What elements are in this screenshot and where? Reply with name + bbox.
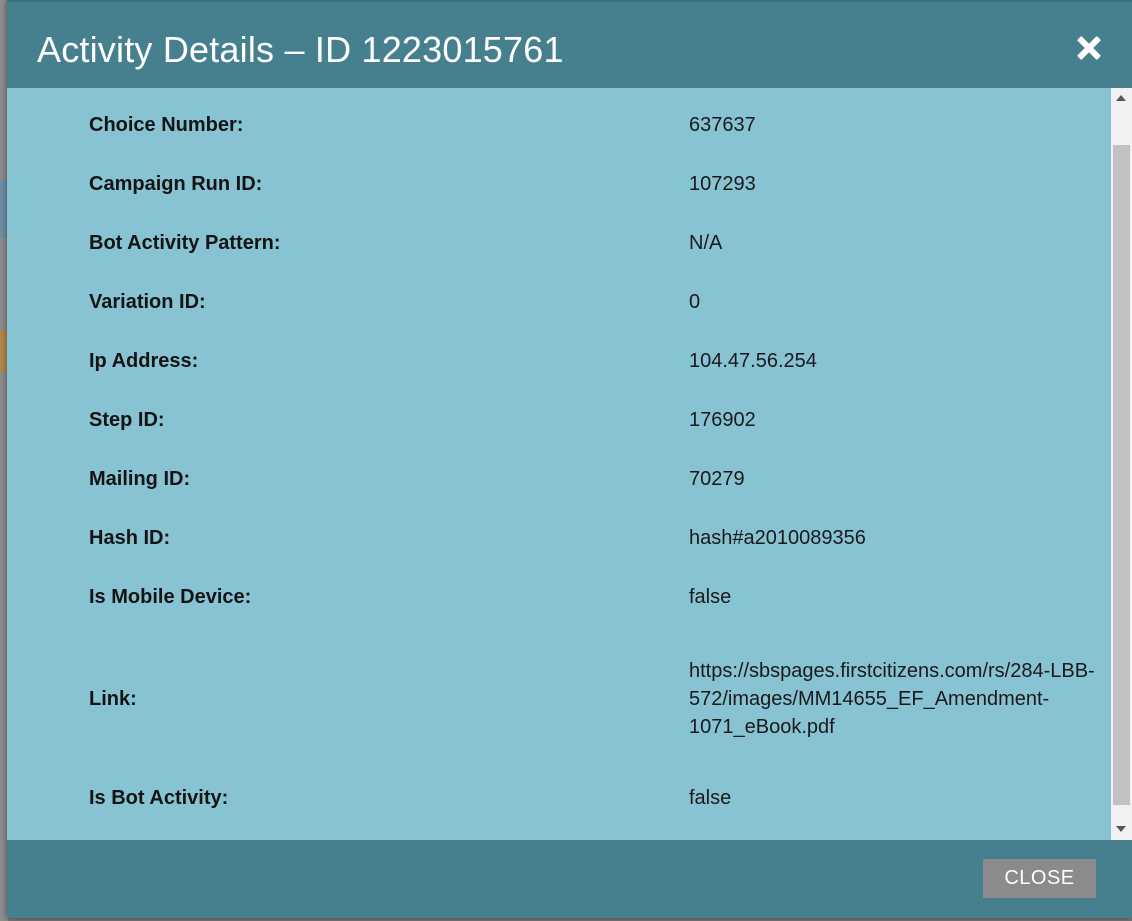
detail-label: Choice Number:: [89, 113, 244, 136]
detail-value: hash#a2010089356: [689, 527, 866, 549]
activity-details-dialog: Activity Details – ID 1223015761 Choice …: [7, 0, 1132, 918]
detail-value: false: [689, 787, 732, 809]
detail-row-ip-address: Ip Address: 104.47.56.254: [89, 346, 1099, 376]
detail-label: Is Bot Activity:: [89, 786, 229, 809]
detail-row-mailing-id: Mailing ID: 70279: [89, 464, 1099, 494]
detail-label: Variation ID:: [89, 290, 206, 313]
detail-value: false: [689, 586, 732, 608]
scroll-up-arrow-icon[interactable]: [1116, 95, 1126, 101]
detail-row-hash-id: Hash ID: hash#a2010089356: [89, 523, 1099, 553]
detail-row-campaign-run-id: Campaign Run ID: 107293: [89, 169, 1099, 199]
scroll-down-arrow-icon[interactable]: [1116, 826, 1126, 832]
detail-value: 637637: [689, 114, 756, 136]
detail-label: Ip Address:: [89, 349, 199, 372]
detail-row-step-id: Step ID: 176902: [89, 405, 1099, 435]
detail-row-is-bot-activity: Is Bot Activity: false: [89, 783, 1099, 813]
detail-label: Campaign Run ID:: [89, 172, 263, 195]
close-button[interactable]: CLOSE: [983, 859, 1096, 898]
detail-row-bot-activity-pattern: Bot Activity Pattern: N/A: [89, 228, 1099, 258]
dialog-footer: CLOSE: [7, 840, 1132, 918]
detail-value: 107293: [689, 173, 756, 195]
detail-row-link: Link: https://sbspages.firstcitizens.com…: [89, 643, 1099, 755]
detail-label: Mailing ID:: [89, 467, 191, 490]
detail-label: Link:: [89, 687, 137, 710]
dialog-header: Activity Details – ID 1223015761: [7, 0, 1132, 88]
detail-value: N/A: [689, 232, 723, 254]
detail-value: 104.47.56.254: [689, 350, 817, 372]
detail-label: Step ID:: [89, 408, 165, 431]
detail-value: 70279: [689, 468, 745, 490]
detail-row-is-mobile-device: Is Mobile Device: false: [89, 582, 1099, 612]
detail-label: Hash ID:: [89, 526, 171, 549]
detail-row-variation-id: Variation ID: 0: [89, 287, 1099, 317]
detail-value: 176902: [689, 409, 756, 431]
detail-row-choice-number: Choice Number: 637637: [89, 110, 1099, 140]
detail-value: 0: [689, 291, 701, 313]
details-list: Choice Number: 637637 Campaign Run ID: 1…: [7, 88, 1111, 840]
close-icon[interactable]: [1076, 35, 1102, 61]
scrollbar-thumb[interactable]: [1113, 145, 1130, 805]
dialog-title: Activity Details – ID 1223015761: [37, 29, 564, 70]
detail-label: Bot Activity Pattern:: [89, 231, 281, 254]
detail-value-link: https://sbspages.firstcitizens.com/rs/28…: [689, 660, 1095, 738]
detail-label: Is Mobile Device:: [89, 585, 252, 608]
vertical-scrollbar[interactable]: [1111, 88, 1132, 840]
